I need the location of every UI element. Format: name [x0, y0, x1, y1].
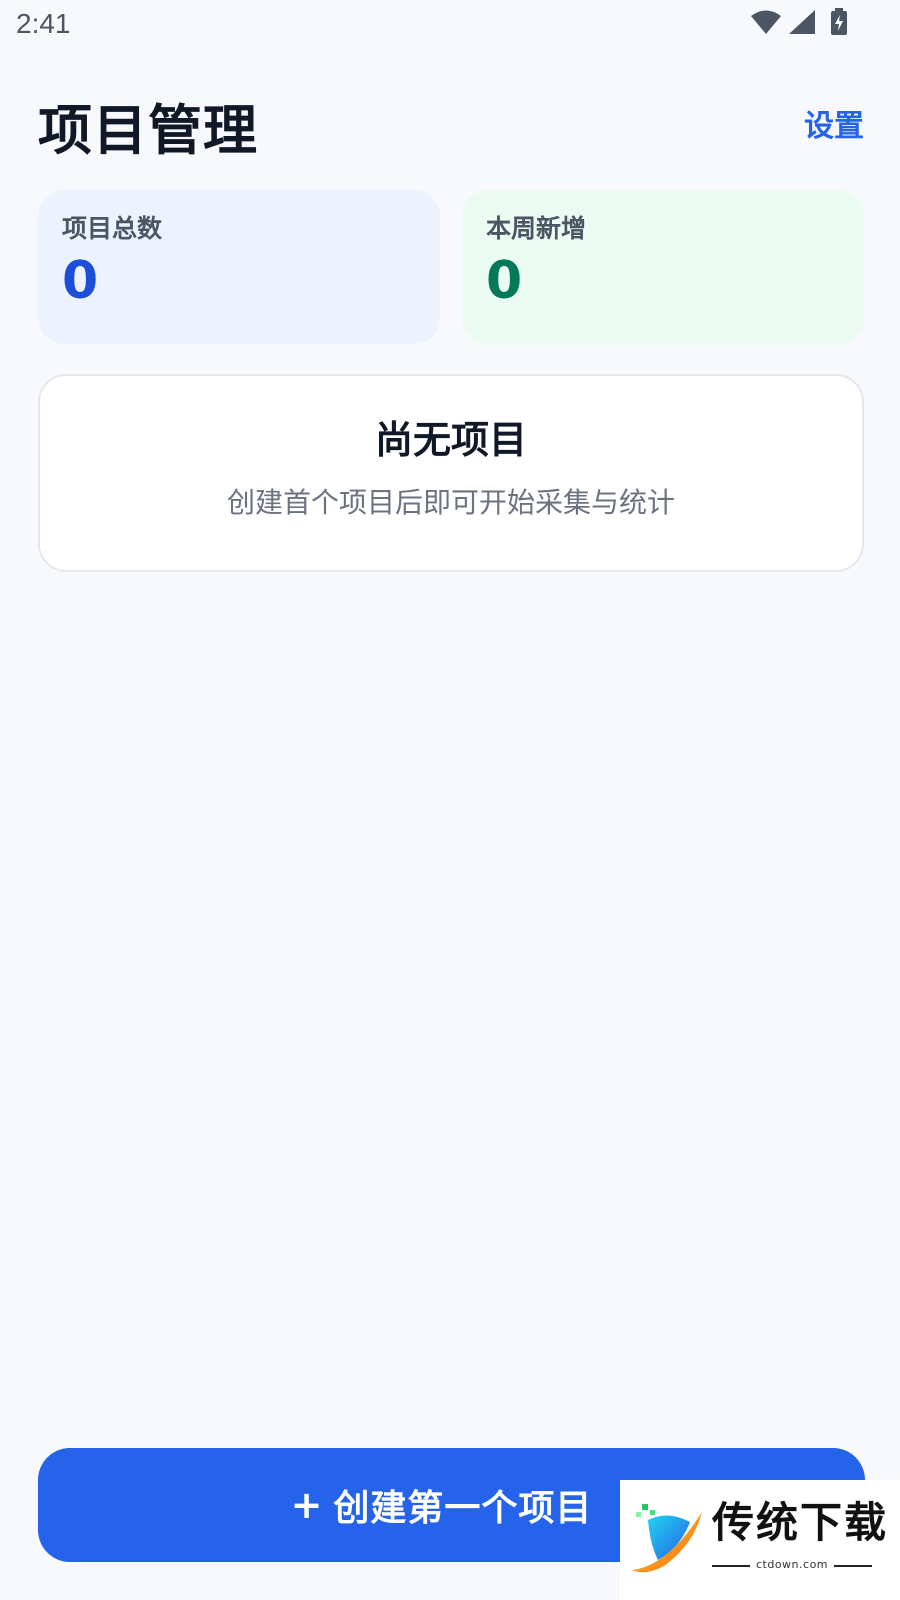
status-time: 2:41: [16, 8, 71, 39]
battery-charging-icon: [830, 8, 848, 36]
watermark-site: ctdown.com: [712, 1558, 872, 1571]
wifi-icon: [750, 9, 782, 35]
total-projects-label: 项目总数: [62, 214, 163, 243]
watermark-text: 传统下载: [712, 1498, 889, 1547]
empty-state-title: 尚无项目: [374, 418, 527, 462]
total-projects-card: 项目总数 0: [38, 190, 440, 344]
watermark: 传统下载 ctdown.com: [620, 1480, 900, 1600]
create-button-content: + 创建第一个项目: [291, 1479, 593, 1531]
status-bar: 2:41: [0, 0, 900, 50]
empty-state-card: 尚无项目 创建首个项目后即可开始采集与统计: [38, 374, 864, 572]
watermark-logo-icon: [632, 1504, 702, 1573]
create-button-label: 创建第一个项目: [333, 1488, 593, 1529]
weekly-new-label: 本周新增: [486, 214, 587, 243]
settings-button[interactable]: 设置: [804, 101, 864, 145]
total-projects-value: 0: [62, 251, 99, 311]
weekly-new-card: 本周新增 0: [462, 190, 864, 344]
app-screen: 2:41 项目管理 设置 项目总数 0 本周新增 0 尚无项目 创建首个项目后即…: [0, 0, 900, 1600]
plus-icon: +: [290, 1483, 324, 1527]
status-icons: [750, 8, 848, 36]
weekly-new-value: 0: [486, 251, 523, 311]
page-title: 项目管理: [38, 99, 258, 162]
empty-state-subtitle: 创建首个项目后即可开始采集与统计: [226, 485, 675, 519]
cellular-signal-icon: [788, 9, 816, 35]
